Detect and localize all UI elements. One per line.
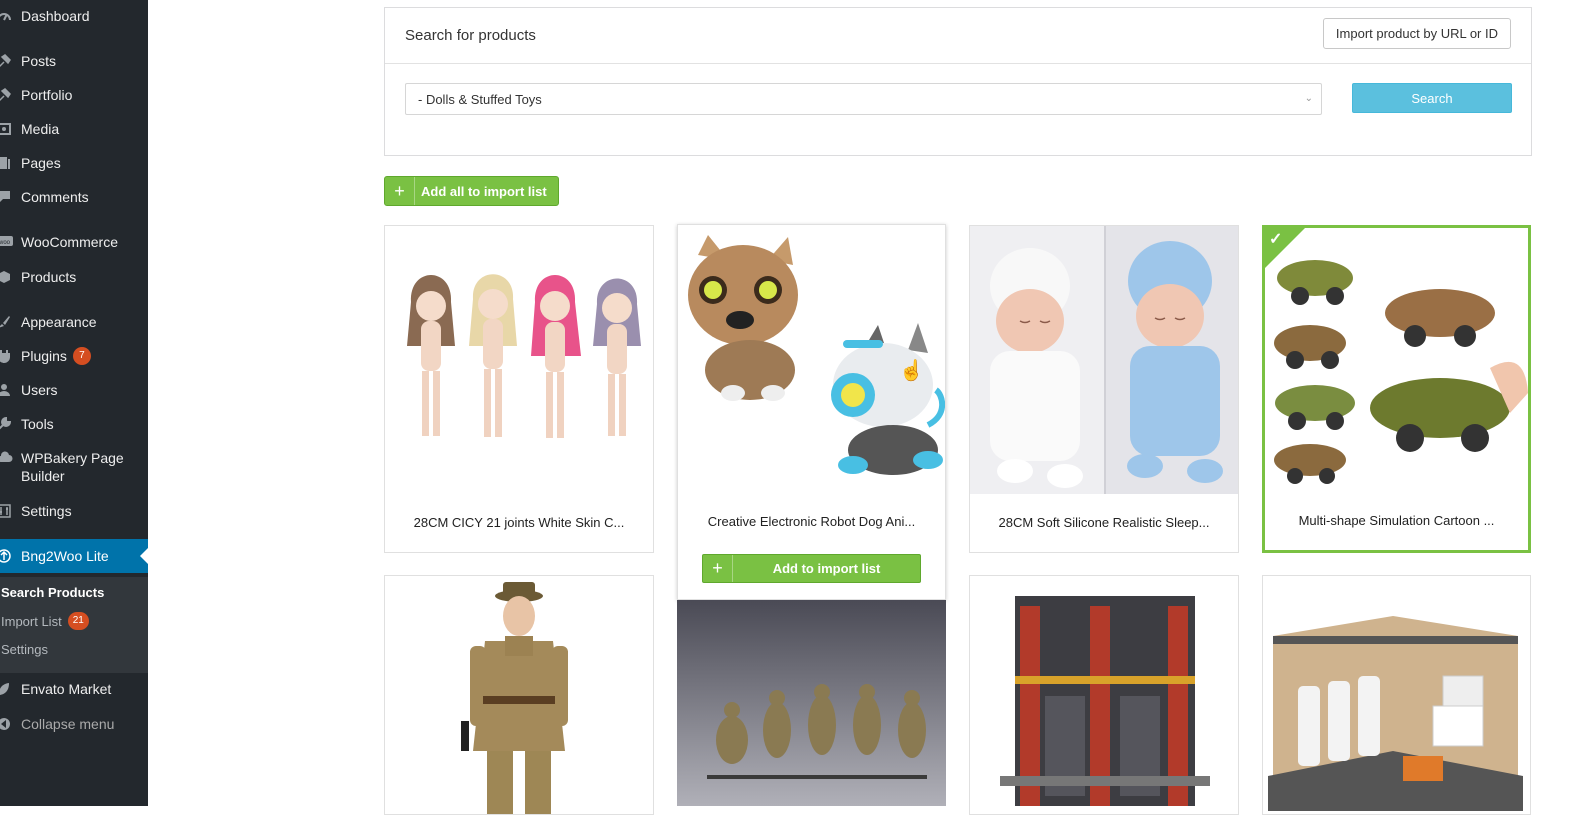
- menu-bng2woo-lite[interactable]: Bng2Woo Lite: [0, 539, 148, 573]
- collapse-menu-button[interactable]: Collapse menu: [0, 710, 148, 738]
- search-button[interactable]: Search: [1352, 83, 1512, 113]
- search-panel: Search for products Import product by UR…: [384, 7, 1532, 156]
- product-card[interactable]: [1262, 575, 1531, 815]
- woo-icon: woo: [0, 236, 17, 248]
- add-all-to-import-button[interactable]: + Add all to import list: [384, 176, 559, 206]
- menu-posts[interactable]: Posts: [0, 47, 148, 75]
- collapse-icon: [0, 717, 17, 731]
- chevron-down-icon: ⌄: [1304, 93, 1313, 104]
- user-icon: [0, 383, 17, 397]
- pin-icon: [0, 54, 17, 68]
- panel-divider: [385, 63, 1531, 64]
- product-image: [677, 600, 946, 806]
- wrench-icon: [0, 417, 17, 431]
- media-icon: [0, 122, 17, 136]
- panel-title: Search for products: [405, 27, 536, 44]
- product-card[interactable]: [969, 575, 1239, 815]
- menu-comments[interactable]: Comments: [0, 183, 148, 211]
- product-title[interactable]: Multi-shape Simulation Cartoon ...: [1265, 513, 1528, 528]
- product-image: [970, 576, 1238, 814]
- comment-icon: [0, 190, 17, 204]
- svg-text:woo: woo: [0, 240, 11, 246]
- product-card[interactable]: [677, 600, 946, 815]
- category-select[interactable]: - Dolls & Stuffed Toys ⌄: [405, 83, 1322, 115]
- menu-portfolio[interactable]: Portfolio: [0, 81, 148, 109]
- submenu-settings[interactable]: Settings: [1, 642, 48, 657]
- plugins-update-badge: 7: [72, 347, 91, 365]
- product-image: [385, 576, 653, 814]
- submenu-search-products[interactable]: Search Products: [1, 585, 104, 600]
- cloud-icon: [0, 451, 17, 463]
- dashboard-icon: [0, 9, 17, 23]
- menu-media[interactable]: Media: [0, 115, 148, 143]
- brush-icon: [0, 315, 17, 329]
- menu-appearance[interactable]: Appearance: [0, 308, 148, 336]
- product-card[interactable]: Creative Electronic Robot Dog Ani... + A…: [677, 224, 946, 600]
- import-by-url-button[interactable]: Import product by URL or ID: [1322, 18, 1511, 49]
- product-image: [385, 226, 653, 494]
- menu-pages[interactable]: Pages: [0, 149, 148, 177]
- category-select-value: - Dolls & Stuffed Toys: [418, 91, 542, 107]
- product-image: [970, 226, 1238, 494]
- add-to-import-button[interactable]: + Add to import list: [702, 554, 921, 583]
- globe-icon: [0, 549, 17, 563]
- product-image: [1263, 576, 1530, 814]
- product-title[interactable]: 28CM Soft Silicone Realistic Sleep...: [970, 515, 1238, 530]
- menu-plugins[interactable]: Plugins 7: [0, 342, 148, 370]
- menu-envato-market[interactable]: Envato Market: [0, 675, 148, 703]
- product-card[interactable]: 28CM Soft Silicone Realistic Sleep...: [969, 225, 1239, 553]
- plus-icon: +: [385, 177, 415, 205]
- admin-sidebar: Dashboard Posts Portfolio Media Pages Co…: [0, 0, 148, 806]
- plus-icon: +: [703, 555, 733, 582]
- plugin-icon: [0, 349, 17, 363]
- submenu-import-list[interactable]: Import List 21: [1, 612, 89, 630]
- menu-users[interactable]: Users: [0, 376, 148, 404]
- menu-products[interactable]: Products: [0, 263, 148, 291]
- menu-wpbakery[interactable]: WPBakery Page Builder: [0, 447, 148, 487]
- product-title[interactable]: 28CM CICY 21 joints White Skin C...: [385, 515, 653, 530]
- hand-cursor-icon: ☝: [899, 360, 924, 382]
- box-icon: [0, 270, 17, 284]
- pin-icon: [0, 88, 17, 102]
- product-card[interactable]: [384, 575, 654, 815]
- menu-woocommerce[interactable]: woo WooCommerce: [0, 228, 148, 256]
- sliders-icon: [0, 504, 17, 518]
- pages-icon: [0, 156, 17, 170]
- product-card-selected[interactable]: ✓ Multi-shape Simulation Cartoon ...: [1262, 225, 1531, 553]
- product-card[interactable]: 28CM CICY 21 joints White Skin C...: [384, 225, 654, 553]
- menu-tools[interactable]: Tools: [0, 410, 148, 438]
- product-title[interactable]: Creative Electronic Robot Dog Ani...: [678, 514, 945, 529]
- bng2woo-submenu: Search Products Import List 21 Settings: [0, 577, 148, 673]
- import-count-badge: 21: [67, 612, 89, 630]
- leaf-icon: [0, 682, 17, 696]
- menu-settings[interactable]: Settings: [0, 497, 148, 525]
- checkmark-icon: ✓: [1269, 231, 1283, 248]
- menu-dashboard[interactable]: Dashboard: [0, 2, 148, 30]
